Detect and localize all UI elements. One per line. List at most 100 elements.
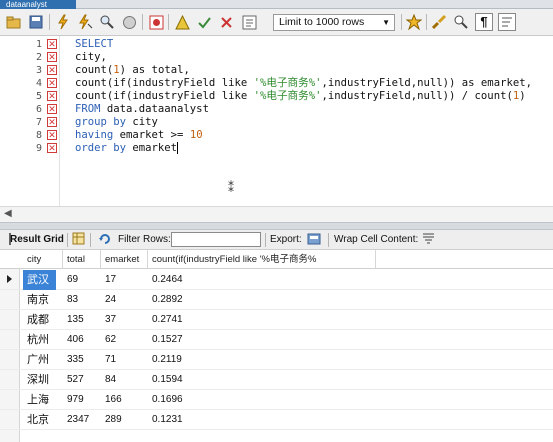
- lightning-cursor-icon[interactable]: [76, 13, 94, 31]
- code-line: 1 ✕ SELECT: [0, 38, 553, 51]
- filter-rows-input[interactable]: [171, 232, 261, 247]
- error-marker-icon[interactable]: ✕: [47, 117, 57, 127]
- cell-total[interactable]: 83: [63, 290, 78, 310]
- error-marker-icon[interactable]: ✕: [47, 52, 57, 62]
- lightning-icon[interactable]: [54, 13, 72, 31]
- wrap-cell-icon[interactable]: [421, 232, 436, 247]
- cell-emarket[interactable]: 84: [101, 370, 116, 390]
- table-row[interactable]: 成都 135 37 0.2741: [0, 310, 553, 330]
- error-marker-icon[interactable]: ✕: [47, 39, 57, 49]
- wrap-icon[interactable]: [498, 13, 516, 31]
- cell-ratio[interactable]: 0.2119: [148, 350, 182, 370]
- current-row-icon: [7, 275, 12, 283]
- line-number: 1: [35, 39, 42, 50]
- line-number: 8: [35, 130, 42, 141]
- star-icon[interactable]: [405, 13, 423, 31]
- find-icon[interactable]: [452, 13, 470, 31]
- result-grid-tab[interactable]: Result Grid: [10, 233, 64, 247]
- code-line: 7 ✕ group by city: [0, 116, 553, 129]
- table-row[interactable]: 北京 2347 289 0.1231: [0, 410, 553, 430]
- code-token: ,industryField,null)) as emarket,: [321, 77, 532, 89]
- cell-city[interactable]: 杭州: [23, 330, 49, 350]
- cell-city[interactable]: 上海: [23, 390, 49, 410]
- table-row[interactable]: 上海 979 166 0.1696: [0, 390, 553, 410]
- cell-emarket[interactable]: 62: [101, 330, 116, 350]
- column-header-emarket[interactable]: emarket: [101, 250, 148, 269]
- cell-total[interactable]: 406: [63, 330, 84, 350]
- rollback-icon[interactable]: [217, 13, 235, 31]
- commit-icon[interactable]: [195, 13, 213, 31]
- brush-icon[interactable]: [430, 13, 448, 31]
- error-marker-icon[interactable]: ✕: [47, 104, 57, 114]
- scroll-left-icon[interactable]: ◀: [4, 208, 12, 219]
- cell-total[interactable]: 335: [63, 350, 84, 370]
- cell-ratio[interactable]: 0.1527: [148, 330, 183, 350]
- code-token: emarket: [126, 142, 178, 154]
- limit-rows-select[interactable]: Limit to 1000 rows ▼: [273, 14, 395, 31]
- grid-view-icon[interactable]: [71, 232, 86, 247]
- code-token: FROM: [75, 103, 101, 115]
- table-row[interactable]: 南京 83 24 0.2892: [0, 290, 553, 310]
- error-marker-icon[interactable]: ✕: [47, 91, 57, 101]
- cell-ratio[interactable]: 0.2741: [148, 310, 183, 330]
- cell-emarket[interactable]: 37: [101, 310, 116, 330]
- table-row[interactable]: 广州 335 71 0.2119: [0, 350, 553, 370]
- folder-icon[interactable]: [4, 13, 22, 31]
- code-token: group by: [75, 116, 127, 128]
- cell-total[interactable]: 979: [63, 390, 84, 410]
- cell-ratio[interactable]: 0.1594: [148, 370, 183, 390]
- refresh-icon[interactable]: [97, 232, 112, 247]
- stop-icon[interactable]: [120, 13, 138, 31]
- column-header-city[interactable]: city: [23, 250, 63, 269]
- table-row[interactable]: 深圳 527 84 0.1594: [0, 370, 553, 390]
- code-line: 2 ✕ city,: [0, 51, 553, 64]
- code-token: '%电子商务%': [253, 77, 322, 89]
- code-line: 6 ✕ FROM data.dataanalyst: [0, 103, 553, 116]
- cell-city[interactable]: 深圳: [23, 370, 49, 390]
- line-number: 5: [35, 91, 42, 102]
- code-token: count(: [75, 64, 114, 76]
- column-header-ratio[interactable]: count(if(industryField like '%电子商务%: [148, 250, 376, 269]
- cell-ratio[interactable]: 0.2892: [148, 290, 183, 310]
- table-row[interactable]: 杭州 406 62 0.1527: [0, 330, 553, 350]
- auto-commit-icon[interactable]: [173, 13, 191, 31]
- panel-splitter[interactable]: [0, 222, 553, 230]
- error-marker-icon[interactable]: ✕: [47, 78, 57, 88]
- cell-emarket[interactable]: 17: [101, 270, 116, 290]
- column-header-total[interactable]: total: [63, 250, 101, 269]
- export-icon[interactable]: [306, 232, 321, 247]
- beautify-icon[interactable]: [240, 13, 258, 31]
- cell-total[interactable]: 69: [63, 270, 78, 290]
- sql-editor[interactable]: 1 ✕ SELECT 2 ✕ city, 3 ✕ count(1) as tot…: [0, 36, 553, 206]
- cell-city[interactable]: 成都: [23, 310, 49, 330]
- error-marker-icon[interactable]: ✕: [47, 65, 57, 75]
- cell-total[interactable]: 2347: [63, 410, 89, 430]
- editor-horizontal-scrollbar[interactable]: ◀: [0, 206, 553, 222]
- cell-emarket[interactable]: 289: [101, 410, 122, 430]
- save-icon[interactable]: [27, 13, 45, 31]
- magnifier-icon[interactable]: [98, 13, 116, 31]
- toggle-icon[interactable]: [147, 13, 165, 31]
- cell-emarket[interactable]: 166: [101, 390, 122, 410]
- cell-city[interactable]: 武汉: [23, 270, 56, 290]
- cell-emarket[interactable]: 71: [101, 350, 116, 370]
- error-marker-icon[interactable]: ✕: [47, 143, 57, 153]
- cell-ratio[interactable]: 0.1696: [148, 390, 183, 410]
- table-row[interactable]: 武汉 69 17 0.2464: [0, 270, 553, 290]
- tab-dataanalyst[interactable]: dataanalyst: [0, 0, 76, 9]
- code-line: 4 ✕ count(if(industryField like '%电子商务%'…: [0, 77, 553, 90]
- cell-emarket[interactable]: 24: [101, 290, 116, 310]
- cell-city[interactable]: 北京: [23, 410, 49, 430]
- cell-total[interactable]: 527: [63, 370, 84, 390]
- code-token: ,industryField,null)) / count(: [321, 90, 513, 102]
- cell-ratio[interactable]: 0.2464: [148, 270, 183, 290]
- cell-total[interactable]: 135: [63, 310, 84, 330]
- cell-city[interactable]: 南京: [23, 290, 49, 310]
- cell-city[interactable]: 广州: [23, 350, 49, 370]
- invisible-chars-icon[interactable]: ¶: [475, 13, 493, 31]
- cell-ratio[interactable]: 0.1231: [148, 410, 183, 430]
- error-marker-icon[interactable]: ✕: [47, 130, 57, 140]
- limit-rows-label: Limit to 1000 rows: [279, 16, 365, 28]
- line-number: 2: [35, 52, 42, 63]
- line-number: 7: [35, 117, 42, 128]
